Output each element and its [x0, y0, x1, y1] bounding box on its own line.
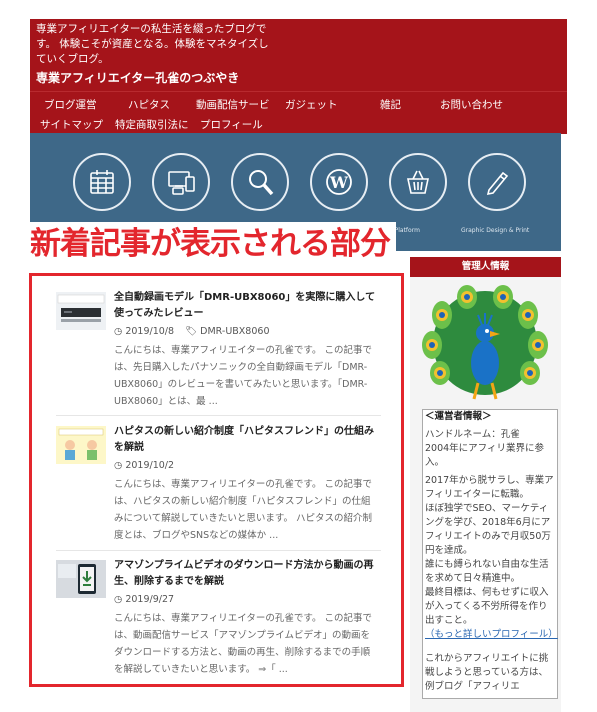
nav-item-misc[interactable]: 雑記 — [380, 97, 401, 112]
post-title[interactable]: アマゾンプライムビデオのダウンロード方法から動画の再生、削除するまでを解説 — [114, 558, 379, 590]
new-posts-list: 全自動録画モデル「DMR-UBX8060」を実際に購入して使ってみたレビュー ◷… — [29, 273, 404, 687]
list-item[interactable]: ハピタスの新しい紹介制度「ハピタスフレンド」の仕組みを解説 ◷ 2019/10/… — [56, 424, 381, 544]
pencil-icon — [468, 153, 526, 211]
post-thumbnail[interactable] — [56, 292, 106, 330]
wordpress-icon: W — [310, 153, 368, 211]
peacock-icon — [412, 285, 559, 407]
svg-text:W: W — [329, 173, 349, 192]
tag-icon: 🏷 — [185, 326, 198, 337]
nav-item-gadget[interactable]: ガジェット — [285, 97, 338, 112]
nav-item-sitemap[interactable]: サイトマップ — [40, 117, 103, 132]
post-excerpt: こんにちは、専業アフィリエイターの孔雀です。 この記事では、動画配信サービス「ア… — [114, 613, 373, 675]
post-title[interactable]: 全自動録画モデル「DMR-UBX8060」を実際に購入して使ってみたレビュー — [114, 290, 379, 322]
profile-line: 2004年にアフィリ業界に参入。 — [425, 443, 544, 468]
profile-box: ＜運営者情報＞ ハンドルネーム：孔雀 2004年にアフィリ業界に参入。 2017… — [422, 409, 558, 699]
profile-line: 最終目標は、何もせずに収入が入ってくる不労所得を作り出すこと。 — [425, 587, 549, 626]
profile-line: これからアフィリエイトに挑戦しようと思っている方は、例ブログ「アフィリエ — [425, 653, 549, 692]
list-item[interactable]: アマゾンプライムビデオのダウンロード方法から動画の再生、削除するまでを解説 ◷ … — [56, 558, 381, 678]
profile-link[interactable]: （もっと詳しいプロフィール） — [425, 629, 558, 640]
admin-info-panel: ＜運営者情報＞ ハンドルネーム：孔雀 2004年にアフィリ業界に参入。 2017… — [410, 277, 561, 712]
admin-info-header: 管理人情報 — [410, 257, 561, 277]
profile-heading: ＜運営者情報＞ — [425, 411, 492, 422]
nav-item-contact[interactable]: お問い合わせ — [440, 97, 503, 112]
post-tag[interactable]: DMR-UBX8060 — [200, 326, 269, 337]
list-item[interactable]: 全自動録画モデル「DMR-UBX8060」を実際に購入して使ってみたレビュー ◷… — [56, 290, 381, 407]
nav-item-profile[interactable]: プロフィール — [200, 117, 263, 132]
profile-line: ハンドルネーム：孔雀 — [425, 429, 520, 440]
nav-item-hapitas[interactable]: ハピタス — [128, 97, 170, 112]
basket-icon — [389, 153, 447, 211]
nav-item-blog[interactable]: ブログ運営 — [44, 97, 97, 112]
site-title[interactable]: 専業アフィリエイター孔雀のつぶやき — [36, 69, 239, 86]
clock-icon: ◷ — [114, 326, 123, 337]
calendar-icon — [73, 153, 131, 211]
post-meta: ◷ 2019/9/27 — [114, 594, 174, 605]
profile-line: 2017年から脱サラし、専業アフィリエイターに転職。 — [425, 475, 554, 500]
post-meta: ◷ 2019/10/2 — [114, 460, 174, 471]
divider — [56, 550, 381, 551]
post-thumbnail[interactable] — [56, 560, 106, 598]
site-header: 専業アフィリエイターの私生活を綴ったブログです。 体験こそが資産となる。体験をマ… — [30, 19, 567, 91]
post-date: 2019/10/8 — [125, 326, 175, 337]
post-date: 2019/10/2 — [125, 460, 175, 471]
post-thumbnail[interactable] — [56, 426, 106, 464]
clock-icon: ◷ — [114, 594, 123, 605]
banner-caption: Graphic Design & Print — [461, 227, 530, 234]
profile-line: ほぼ独学でSEO、マーケティングを学び、2018年6月にアフィリエイトのみで月収… — [425, 503, 551, 556]
nav-item-video[interactable]: 動画配信サービ — [196, 97, 270, 112]
post-title[interactable]: ハピタスの新しい紹介制度「ハピタスフレンド」の仕組みを解説 — [114, 424, 379, 456]
site-tagline: 専業アフィリエイターの私生活を綴ったブログです。 体験こそが資産となる。体験をマ… — [36, 23, 269, 65]
search-icon — [231, 153, 289, 211]
post-meta: ◷ 2019/10/8 🏷 DMR-UBX8060 — [114, 326, 269, 337]
post-excerpt: こんにちは、専業アフィリエイターの孔雀です。 この記事では、先日購入したパナソニ… — [114, 345, 373, 407]
profile-line: 誰にも縛られない自由な生活を求めて日々精進中。 — [425, 559, 549, 584]
divider — [56, 415, 381, 416]
new-posts-label: 新着記事が表示される部分 — [30, 222, 396, 268]
devices-icon — [152, 153, 210, 211]
post-excerpt: こんにちは、専業アフィリエイターの孔雀です。 この記事では、ハピタスの新しい紹介… — [114, 479, 373, 541]
nav-item-legal[interactable]: 特定商取引法に — [115, 117, 189, 132]
clock-icon: ◷ — [114, 460, 123, 471]
main-nav: ブログ運営 ハピタス 動画配信サービ ガジェット 雑記 お問い合わせ サイトマッ… — [30, 91, 567, 134]
post-date: 2019/9/27 — [125, 594, 175, 605]
